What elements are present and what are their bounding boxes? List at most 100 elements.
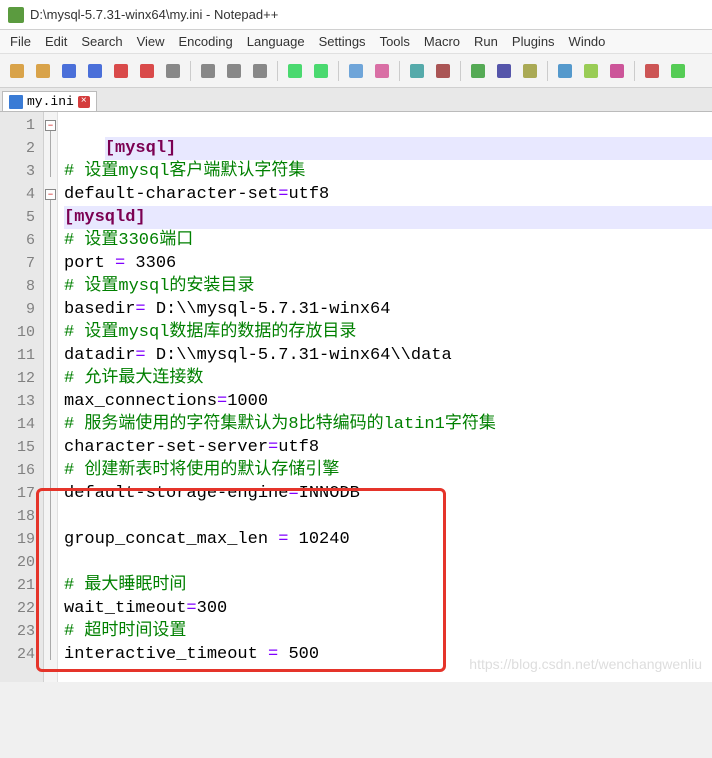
close-all-icon[interactable] [136,60,158,82]
menu-view[interactable]: View [137,34,165,49]
print-icon[interactable] [162,60,184,82]
code-line[interactable]: default-character-set=utf8 [64,183,712,206]
paste-icon[interactable] [249,60,271,82]
app-icon [8,7,24,23]
editor-area[interactable]: 123456789101112131415161718192021222324 … [0,112,712,682]
menu-settings[interactable]: Settings [319,34,366,49]
line-number: 21 [0,574,35,597]
line-number: 2 [0,137,35,160]
watermark-text: https://blog.csdn.net/wenchangwenliu [469,653,702,676]
code-line[interactable]: group_concat_max_len = 10240 [64,528,712,551]
line-number: 10 [0,321,35,344]
fold-toggle-icon[interactable]: − [45,189,56,200]
line-number: 9 [0,298,35,321]
cut-icon[interactable] [197,60,219,82]
code-line[interactable]: port = 3306 [64,252,712,275]
code-line[interactable] [64,505,712,528]
unfold-icon[interactable] [606,60,628,82]
save-icon[interactable] [58,60,80,82]
menu-file[interactable]: File [10,34,31,49]
copy-icon[interactable] [223,60,245,82]
zoom-in-icon[interactable] [406,60,428,82]
code-line[interactable]: # 允许最大连接数 [64,367,712,390]
line-number: 20 [0,551,35,574]
line-number-gutter: 123456789101112131415161718192021222324 [0,112,44,682]
redo-icon[interactable] [310,60,332,82]
code-line[interactable]: default-storage-engine=INNODB [64,482,712,505]
code-line[interactable]: # 设置mysql数据库的数据的存放目录 [64,321,712,344]
toolbar-separator [277,61,278,81]
menu-run[interactable]: Run [474,34,498,49]
code-line[interactable]: # 最大睡眠时间 [64,574,712,597]
line-number: 16 [0,459,35,482]
code-line[interactable]: basedir= D:\\mysql-5.7.31-winx64 [64,298,712,321]
code-line[interactable]: # 设置3306端口 [64,229,712,252]
window-title: D:\mysql-5.7.31-winx64\my.ini - Notepad+… [30,7,278,22]
toolbar-separator [547,61,548,81]
zoom-out-icon[interactable] [432,60,454,82]
menu-windo[interactable]: Windo [569,34,606,49]
file-tab[interactable]: my.ini × [2,91,97,111]
fold-column: −− [44,112,58,682]
fold-icon[interactable] [580,60,602,82]
menu-search[interactable]: Search [81,34,122,49]
code-content[interactable]: [mysql]# 设置mysql客户端默认字符集default-characte… [58,112,712,682]
line-number: 17 [0,482,35,505]
line-number: 19 [0,528,35,551]
menu-tools[interactable]: Tools [380,34,410,49]
line-number: 24 [0,643,35,666]
find-icon[interactable] [345,60,367,82]
line-number: 11 [0,344,35,367]
tab-filename: my.ini [27,94,74,109]
all-chars-icon[interactable] [519,60,541,82]
replace-icon[interactable] [371,60,393,82]
line-number: 12 [0,367,35,390]
code-line[interactable]: [mysqld] [64,206,712,229]
title-bar: D:\mysql-5.7.31-winx64\my.ini - Notepad+… [0,0,712,30]
menu-edit[interactable]: Edit [45,34,67,49]
menu-plugins[interactable]: Plugins [512,34,555,49]
line-number: 23 [0,620,35,643]
toolbar-separator [634,61,635,81]
line-number: 6 [0,229,35,252]
save-all-icon[interactable] [84,60,106,82]
save-icon [9,95,23,109]
code-line[interactable]: [mysql] [105,137,712,160]
toolbar-separator [399,61,400,81]
code-line[interactable]: # 设置mysql的安装目录 [64,275,712,298]
code-line[interactable]: datadir= D:\\mysql-5.7.31-winx64\\data [64,344,712,367]
macro-play-icon[interactable] [667,60,689,82]
sync-icon[interactable] [467,60,489,82]
line-number: 7 [0,252,35,275]
code-line[interactable]: # 服务端使用的字符集默认为8比特编码的latin1字符集 [64,413,712,436]
toolbar-separator [338,61,339,81]
line-number: 18 [0,505,35,528]
line-number: 3 [0,160,35,183]
code-line[interactable] [64,551,712,574]
open-icon[interactable] [32,60,54,82]
new-icon[interactable] [6,60,28,82]
code-line[interactable]: max_connections=1000 [64,390,712,413]
code-line[interactable]: # 创建新表时将使用的默认存储引擎 [64,459,712,482]
undo-icon[interactable] [284,60,306,82]
toolbar-separator [190,61,191,81]
menu-macro[interactable]: Macro [424,34,460,49]
line-number: 4 [0,183,35,206]
line-number: 15 [0,436,35,459]
indent-guide-icon[interactable] [554,60,576,82]
line-number: 8 [0,275,35,298]
close-icon[interactable] [110,60,132,82]
word-wrap-icon[interactable] [493,60,515,82]
fold-toggle-icon[interactable]: − [45,120,56,131]
line-number: 5 [0,206,35,229]
code-line[interactable]: wait_timeout=300 [64,597,712,620]
menu-language[interactable]: Language [247,34,305,49]
code-line[interactable]: # 设置mysql客户端默认字符集 [64,160,712,183]
close-icon[interactable]: × [78,96,90,108]
toolbar-separator [460,61,461,81]
macro-rec-icon[interactable] [641,60,663,82]
code-line[interactable]: character-set-server=utf8 [64,436,712,459]
line-number: 13 [0,390,35,413]
code-line[interactable]: # 超时时间设置 [64,620,712,643]
menu-encoding[interactable]: Encoding [179,34,233,49]
